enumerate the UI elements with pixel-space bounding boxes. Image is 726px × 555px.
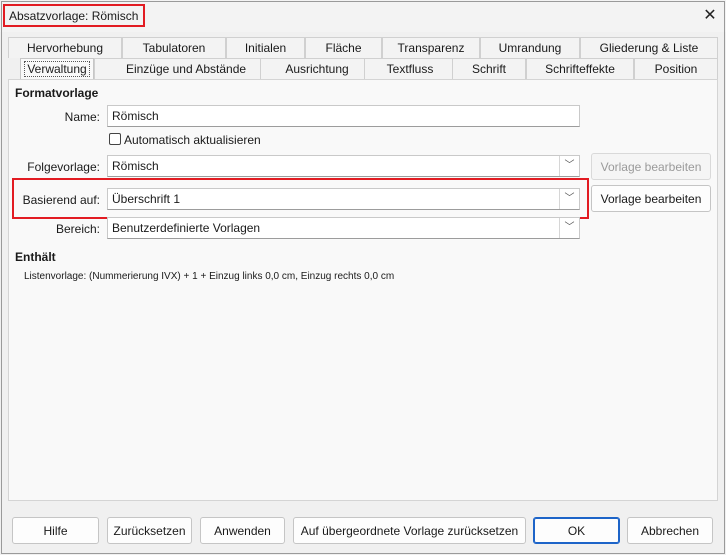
next-style-combo[interactable]: Römisch ﹀ [107, 155, 580, 177]
inherit-combo[interactable]: Überschrift 1 ﹀ [107, 188, 580, 210]
tab-label: Initialen [244, 41, 287, 55]
title-highlight-box [3, 4, 145, 27]
tab-schrifteffekte[interactable]: Schrifteffekte [526, 58, 634, 79]
chevron-down-icon[interactable]: ﹀ [559, 218, 579, 238]
tab-label: Verwaltung [24, 61, 90, 77]
tab-hervorhebung[interactable]: Hervorhebung [8, 37, 122, 58]
tab-verwaltung[interactable]: Verwaltung [20, 58, 94, 79]
inherit-label: Basierend auf: [22, 193, 100, 207]
contains-title: Enthält [15, 250, 56, 264]
tab-label: Fläche [325, 41, 362, 55]
tab-gliederung-liste[interactable]: Gliederung & Liste [580, 37, 718, 58]
chevron-down-icon[interactable]: ﹀ [559, 189, 579, 209]
auto-update-checkbox[interactable] [109, 133, 121, 145]
section-title-formatvorlage: Formatvorlage [15, 86, 99, 100]
name-field[interactable]: Römisch [107, 105, 580, 127]
chevron-down-icon[interactable]: ﹀ [559, 156, 579, 176]
tab-row-2: Verwaltung Einzüge und Abstände Ausricht… [8, 58, 718, 79]
tab-tabulatoren[interactable]: Tabulatoren [122, 37, 226, 58]
category-label: Bereich: [55, 222, 100, 236]
contains-text: Listenvorlage: (Nummerierung IVX) + 1 + … [24, 271, 395, 282]
tab-initialen[interactable]: Initialen [226, 37, 305, 58]
tab-transparenz[interactable]: Transparenz [382, 37, 480, 58]
tab-label: Einzüge und Abstände [125, 62, 247, 76]
tab-label: Schrifteffekte [545, 62, 615, 76]
inherit-edit-button[interactable]: Vorlage bearbeiten [591, 185, 711, 212]
close-icon[interactable]: ✕ [700, 6, 720, 26]
tab-umrandung[interactable]: Umrandung [480, 37, 580, 58]
next-style-label: Folgevorlage: [27, 160, 100, 174]
reset-to-parent-button[interactable]: Auf übergeordnete Vorlage zurücksetzen [293, 517, 526, 544]
tab-flaeche[interactable]: Fläche [305, 37, 382, 58]
tab-label: Textfluss [386, 62, 434, 76]
tab-label: Hervorhebung [26, 41, 104, 55]
tab-row-1: Hervorhebung Tabulatoren Initialen Fläch… [8, 37, 718, 58]
next-style-value: Römisch [112, 159, 159, 173]
tab-label: Umrandung [498, 41, 562, 55]
reset-button[interactable]: Zurücksetzen [107, 517, 192, 544]
tab-ausrichtung[interactable]: Ausrichtung [260, 58, 374, 79]
tab-position[interactable]: Position [634, 58, 718, 79]
cancel-button[interactable]: Abbrechen [627, 517, 713, 544]
tab-schrift[interactable]: Schrift [452, 58, 526, 79]
ok-button[interactable]: OK [533, 517, 620, 544]
tab-label: Transparenz [397, 41, 465, 55]
tab-einzuege-abstaende[interactable]: Einzüge und Abstände [94, 58, 278, 79]
tab-textfluss[interactable]: Textfluss [364, 58, 456, 79]
name-label: Name: [64, 110, 100, 124]
tab-label: Tabulatoren [142, 41, 206, 55]
category-value: Benutzerdefinierte Vorlagen [112, 221, 261, 235]
category-combo[interactable]: Benutzerdefinierte Vorlagen ﹀ [107, 217, 580, 239]
auto-update-label: Automatisch aktualisieren [124, 133, 261, 147]
tab-label: Ausrichtung [285, 62, 349, 76]
inherit-value: Überschrift 1 [112, 192, 181, 206]
apply-button[interactable]: Anwenden [200, 517, 285, 544]
tab-label: Gliederung & Liste [599, 41, 699, 55]
help-button[interactable]: Hilfe [12, 517, 99, 544]
tab-label: Position [654, 62, 698, 76]
tab-label: Schrift [471, 62, 506, 76]
next-style-edit-button[interactable]: Vorlage bearbeiten [591, 153, 711, 180]
